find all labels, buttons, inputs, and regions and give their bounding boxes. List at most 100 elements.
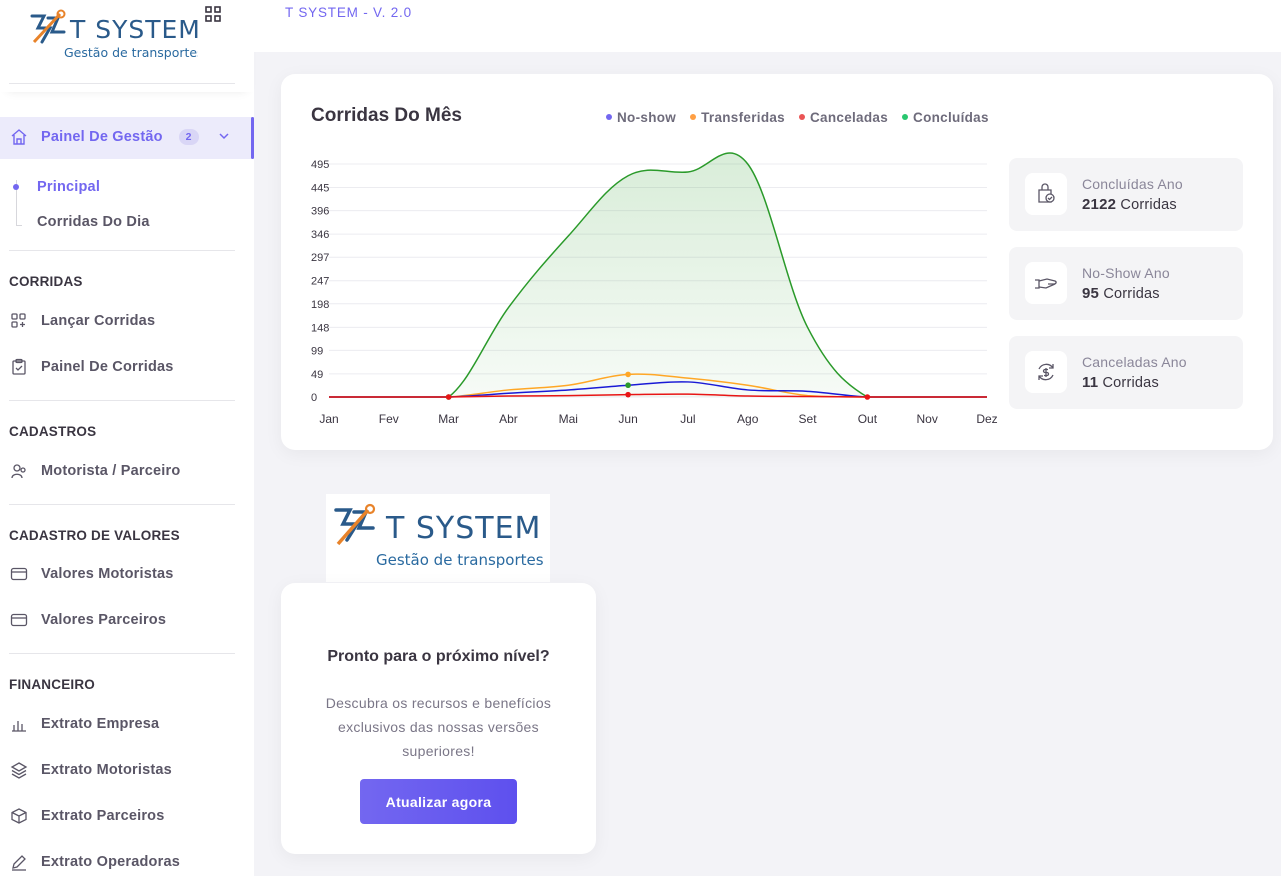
legend-item-concluidas[interactable]: Concluídas — [902, 110, 989, 125]
divider — [9, 504, 235, 505]
y-tick-label: 297 — [311, 252, 329, 264]
y-tick-label: 49 — [311, 369, 323, 381]
logo-tagline: Gestão de transportes — [376, 551, 544, 569]
legend-label: Concluídas — [913, 110, 989, 125]
section-title-financeiro: FINANCEIRO — [9, 677, 95, 692]
sidebar-item-extrato-operadoras[interactable]: Extrato Operadoras — [0, 850, 180, 874]
bag-check-icon — [1025, 173, 1067, 215]
chart-card: Corridas Do Mês No-show Transferidas Can… — [281, 74, 1273, 450]
data-point-marker — [625, 391, 631, 398]
stat-value: 11 Corridas — [1082, 374, 1159, 391]
card-icon — [9, 610, 29, 630]
sidebar-item-label: Painel De Corridas — [41, 359, 174, 375]
promo-title: Pronto para o próximo nível? — [327, 648, 550, 665]
sidebar-item-label: Extrato Motoristas — [41, 762, 172, 778]
upgrade-button[interactable]: Atualizar agora — [360, 779, 517, 824]
logo-name: T SYSTEM — [385, 511, 541, 546]
upgrade-card: Pronto para o próximo nível? Descubra os… — [281, 583, 596, 854]
active-indicator — [251, 117, 254, 159]
dollar-refresh-icon — [1025, 351, 1067, 393]
sidebar-item-painel-de-gestao[interactable]: Painel De Gestão 2 — [0, 125, 229, 149]
sidebar: T SYSTEM Gestão de transportes Painel De… — [0, 0, 254, 876]
stat-unit: Corridas — [1103, 286, 1160, 302]
sidebar-item-label: Extrato Parceiros — [41, 808, 165, 824]
active-dot — [13, 184, 19, 190]
sidebar-item-painel-de-corridas[interactable]: Painel De Corridas — [0, 355, 174, 379]
sidebar-item-motorista-parceiro[interactable]: Motorista / Parceiro — [0, 459, 180, 483]
legend-item-transferidas[interactable]: Transferidas — [690, 110, 785, 125]
stat-number: 2122 — [1082, 196, 1117, 213]
home-icon — [9, 127, 29, 147]
divider — [9, 83, 235, 84]
card-icon — [9, 564, 29, 584]
x-tick-label: Jun — [618, 412, 637, 426]
legend-item-canceladas[interactable]: Canceladas — [798, 110, 889, 125]
topbar: T SYSTEM - V. 2.0 — [254, 0, 1281, 52]
y-tick-label: 99 — [311, 345, 323, 357]
y-tick-label: 396 — [311, 206, 329, 218]
sidebar-item-valores-motoristas[interactable]: Valores Motoristas — [0, 562, 174, 586]
x-tick-label: Out — [858, 412, 878, 426]
sidebar-item-lancar-corridas[interactable]: Lançar Corridas — [0, 309, 155, 333]
x-tick-label: Ago — [737, 412, 759, 426]
series-area-concluidas — [329, 152, 987, 397]
legend-label: Canceladas — [809, 110, 889, 125]
chevron-down-icon[interactable] — [219, 131, 229, 143]
y-tick-label: 148 — [311, 322, 329, 334]
sidebar-subitem-corridas-do-dia[interactable]: Corridas Do Dia — [37, 214, 150, 230]
stat-concluidas-ano: Concluídas Ano 2122 Corridas — [1009, 158, 1243, 231]
sidebar-item-extrato-empresa[interactable]: Extrato Empresa — [0, 712, 159, 736]
sidebar-item-valores-parceiros[interactable]: Valores Parceiros — [0, 608, 166, 632]
legend-dot — [798, 114, 805, 121]
stat-number: 95 — [1082, 285, 1100, 302]
x-tick-label: Dez — [976, 412, 997, 426]
count-badge: 2 — [178, 129, 199, 145]
clipboard-icon — [9, 357, 29, 377]
x-tick-label: Mai — [559, 412, 578, 426]
stat-label: No-Show Ano — [1082, 265, 1170, 281]
legend-dot — [606, 114, 612, 121]
sidebar-item-extrato-motoristas[interactable]: Extrato Motoristas — [0, 758, 172, 782]
area-chart[interactable]: 495 445 396 346 297 247 198 148 99 49 0Jan Fev Mar Ab… — [303, 152, 1003, 432]
sidebar-subitem-principal[interactable]: Principal — [37, 179, 100, 195]
legend-dot — [902, 114, 909, 121]
stat-no-show-ano: No-Show Ano 95 Corridas — [1009, 247, 1243, 320]
x-tick-label: Set — [799, 412, 818, 426]
x-tick-label: Abr — [499, 412, 518, 426]
pen-icon — [9, 852, 29, 872]
legend-item-no-show[interactable]: No-show — [606, 110, 676, 125]
sidebar-item-label: Painel De Gestão — [41, 129, 163, 145]
x-tick-label: Mar — [438, 412, 459, 426]
y-tick-label: 0 — [311, 392, 317, 404]
x-tick-label: Nov — [917, 412, 938, 426]
sidebar-item-extrato-parceiros[interactable]: Extrato Parceiros — [0, 804, 165, 828]
sidebar-item-label: Valores Parceiros — [41, 612, 167, 628]
data-point-marker — [445, 394, 452, 400]
submenu-dash — [16, 225, 22, 226]
legend-label: No-show — [617, 110, 677, 125]
stat-value: 95 Corridas — [1082, 285, 1160, 302]
legend-label: Transferidas — [701, 110, 785, 125]
box-icon — [9, 806, 29, 826]
promo-logo: T SYSTEM Gestão de transportes — [326, 494, 550, 582]
sidebar-item-label: Extrato Empresa — [41, 716, 160, 732]
divider — [9, 400, 235, 401]
promo-text: Descubra os recursos e benefícios exclus… — [325, 695, 552, 759]
apps-grid-icon[interactable] — [205, 6, 221, 22]
brand-logo[interactable]: T SYSTEM Gestão de transportes — [28, 8, 204, 69]
logo-name: T SYSTEM — [69, 15, 198, 44]
divider — [9, 250, 235, 251]
section-title-corridas: CORRIDAS — [9, 274, 83, 289]
grid-plus-icon — [9, 311, 29, 331]
data-point-marker — [625, 382, 631, 389]
data-point-marker — [625, 371, 631, 378]
section-title-cadastros: CADASTROS — [9, 424, 97, 439]
stat-value: 2122 Corridas — [1082, 196, 1177, 213]
hand-icon — [1025, 262, 1067, 304]
y-tick-label: 495 — [311, 159, 329, 171]
legend-dot — [690, 114, 697, 121]
x-tick-label: Jul — [680, 412, 695, 426]
version-label: T SYSTEM - V. 2.0 — [285, 5, 412, 20]
chart-legend: No-show Transferidas Canceladas Concluíd… — [606, 110, 989, 125]
brand-header: T SYSTEM Gestão de transportes — [0, 0, 254, 92]
